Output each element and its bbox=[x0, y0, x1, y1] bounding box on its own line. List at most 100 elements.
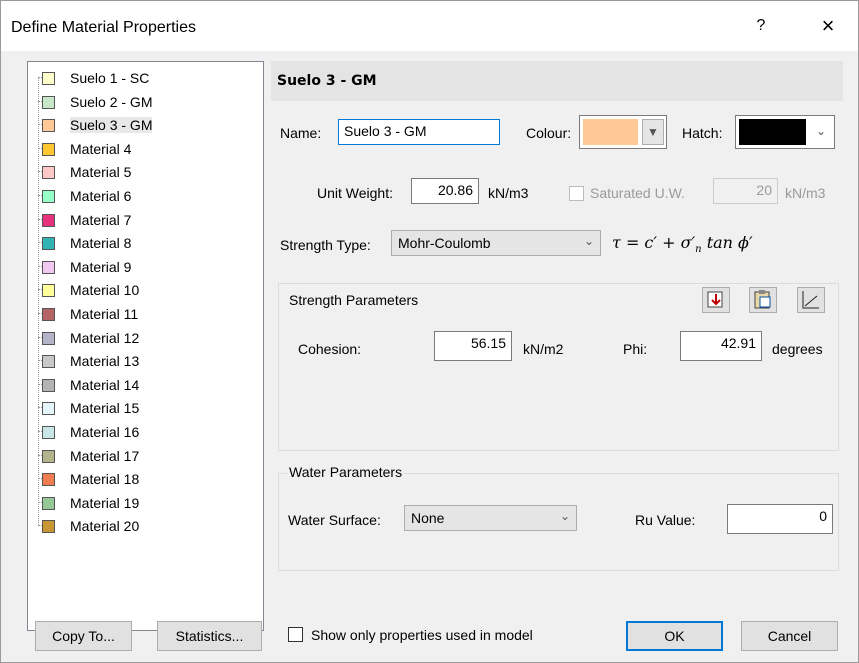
tree-item-label: Suelo 2 - GM bbox=[70, 93, 153, 110]
tree-item-label: Material 7 bbox=[70, 211, 132, 228]
mohr-coulomb-formula: τ = c′ + σ′n tan ϕ′ bbox=[612, 233, 753, 256]
load-parameters-icon[interactable] bbox=[702, 287, 730, 313]
tree-item[interactable]: Material 6 bbox=[28, 184, 258, 208]
tree-item-label: Material 16 bbox=[70, 424, 140, 440]
strength-type-select[interactable]: Mohr-Coulomb ⌄ bbox=[391, 230, 601, 256]
chevron-down-icon[interactable]: ▼ bbox=[642, 119, 664, 145]
saturated-checkbox[interactable] bbox=[569, 186, 584, 201]
tree-item[interactable]: Material 18 bbox=[28, 467, 258, 491]
tree-item-label: Material 20 bbox=[70, 518, 140, 535]
colour-label: Colour: bbox=[526, 125, 572, 141]
graph-icon[interactable] bbox=[797, 287, 825, 313]
material-color-swatch bbox=[42, 496, 55, 510]
unit-weight-label: Unit Weight: bbox=[317, 185, 393, 201]
strength-parameters-label: Strength Parameters bbox=[289, 292, 419, 308]
tree-item-label: Material 6 bbox=[70, 188, 132, 204]
cancel-button[interactable]: Cancel bbox=[741, 621, 838, 651]
material-color-swatch bbox=[42, 378, 55, 392]
colour-picker[interactable]: ▼ bbox=[579, 115, 667, 149]
chevron-down-icon: ⌄ bbox=[559, 509, 570, 523]
tree-item-label: Material 19 bbox=[70, 494, 140, 511]
material-color-swatch bbox=[42, 449, 55, 463]
tree-item[interactable]: Suelo 1 - SC bbox=[28, 66, 258, 90]
material-color-swatch bbox=[42, 190, 55, 203]
tree-item[interactable]: Material 8 bbox=[28, 231, 258, 255]
tree-item[interactable]: Material 16 bbox=[28, 420, 258, 444]
tree-item[interactable]: Suelo 3 - GM bbox=[28, 113, 258, 137]
unit-weight-unit: kN/m3 bbox=[488, 185, 529, 201]
material-color-swatch bbox=[42, 237, 55, 251]
water-parameters-label: Water Parameters bbox=[287, 464, 405, 480]
tree-item[interactable]: Material 7 bbox=[28, 208, 258, 232]
material-color-swatch bbox=[42, 426, 55, 439]
tree-item[interactable]: Material 17 bbox=[28, 444, 258, 468]
saturated-unit: kN/m3 bbox=[785, 185, 826, 201]
material-color-swatch bbox=[42, 72, 55, 85]
tree-item[interactable]: Material 19 bbox=[28, 491, 258, 515]
tree-item[interactable]: Material 11 bbox=[28, 302, 258, 326]
material-color-swatch bbox=[42, 213, 55, 227]
tree-item[interactable]: Material 20 bbox=[28, 514, 258, 538]
material-color-swatch bbox=[42, 119, 55, 133]
phi-field[interactable]: 42.91 bbox=[680, 331, 762, 361]
material-color-swatch bbox=[42, 473, 55, 487]
hatch-swatch bbox=[739, 119, 806, 145]
material-color-swatch bbox=[42, 355, 55, 369]
clipboard-icon[interactable] bbox=[749, 287, 777, 313]
hatch-picker[interactable]: ⌄ bbox=[735, 115, 835, 149]
tree-item-label: Material 9 bbox=[70, 258, 132, 275]
tree-item[interactable]: Material 9 bbox=[28, 255, 258, 279]
material-color-swatch bbox=[42, 520, 55, 534]
material-color-swatch bbox=[42, 142, 55, 156]
tree-item[interactable]: Material 5 bbox=[28, 160, 258, 184]
material-color-swatch bbox=[42, 260, 55, 274]
tree-item-label: Material 12 bbox=[70, 329, 140, 346]
strength-type-label: Strength Type: bbox=[280, 237, 371, 253]
tree-item[interactable]: Material 13 bbox=[28, 349, 258, 373]
strength-type-value: Mohr-Coulomb bbox=[398, 235, 491, 251]
phi-unit: degrees bbox=[772, 341, 823, 357]
saturated-field[interactable]: 20 bbox=[713, 178, 778, 204]
tree-item[interactable]: Material 10 bbox=[28, 278, 258, 302]
tree-item[interactable]: Material 4 bbox=[28, 137, 258, 161]
tree-item-label: Suelo 3 - GM bbox=[70, 117, 153, 134]
title-bar: Define Material Properties ? × bbox=[1, 1, 858, 51]
cohesion-label: Cohesion: bbox=[298, 341, 362, 357]
tree-item-label: Material 13 bbox=[70, 353, 140, 370]
material-color-swatch bbox=[42, 331, 55, 345]
ru-value-label: Ru Value: bbox=[635, 512, 696, 528]
copy-to-button[interactable]: Copy To... bbox=[35, 621, 132, 651]
colour-swatch bbox=[583, 119, 638, 145]
tree-item[interactable]: Material 12 bbox=[28, 326, 258, 350]
material-color-swatch bbox=[42, 95, 55, 109]
tree-item-label: Material 14 bbox=[70, 376, 140, 393]
material-tree[interactable]: Suelo 1 - SC Suelo 2 - GM Suelo 3 - GM Mate… bbox=[27, 61, 264, 631]
tree-vertical-connector bbox=[38, 77, 39, 526]
tree-item-label: Material 18 bbox=[70, 471, 140, 488]
tree-item-label: Material 15 bbox=[70, 400, 140, 417]
material-color-swatch bbox=[42, 308, 55, 321]
tree-item[interactable]: Material 14 bbox=[28, 373, 258, 397]
name-field[interactable]: Suelo 3 - GM bbox=[338, 119, 500, 145]
help-button[interactable]: ? bbox=[749, 17, 773, 35]
tree-item[interactable]: Material 15 bbox=[28, 396, 258, 420]
cohesion-field[interactable]: 56.15 bbox=[434, 331, 512, 361]
cohesion-unit: kN/m2 bbox=[523, 341, 564, 357]
tree-item-label: Material 17 bbox=[70, 447, 140, 464]
saturated-label: Saturated U.W. bbox=[590, 185, 685, 201]
tree-item[interactable]: Suelo 2 - GM bbox=[28, 90, 258, 114]
water-surface-label: Water Surface: bbox=[288, 512, 381, 528]
show-only-used-checkbox[interactable] bbox=[288, 627, 303, 642]
unit-weight-field[interactable]: 20.86 bbox=[411, 178, 479, 204]
close-button[interactable]: × bbox=[813, 13, 843, 39]
ru-value-field[interactable]: 0 bbox=[727, 504, 833, 534]
material-color-swatch bbox=[42, 166, 55, 180]
tree-item-label: Material 11 bbox=[70, 306, 139, 322]
ok-button[interactable]: OK bbox=[626, 621, 723, 651]
water-surface-select[interactable]: None ⌄ bbox=[404, 505, 577, 531]
statistics-button[interactable]: Statistics... bbox=[157, 621, 262, 651]
panel-heading: Suelo 3 - GM bbox=[277, 73, 377, 89]
phi-label: Phi: bbox=[623, 341, 648, 357]
chevron-down-icon[interactable]: ⌄ bbox=[810, 119, 832, 145]
define-material-dialog: Define Material Properties ? × Suelo 1 -… bbox=[0, 0, 859, 663]
